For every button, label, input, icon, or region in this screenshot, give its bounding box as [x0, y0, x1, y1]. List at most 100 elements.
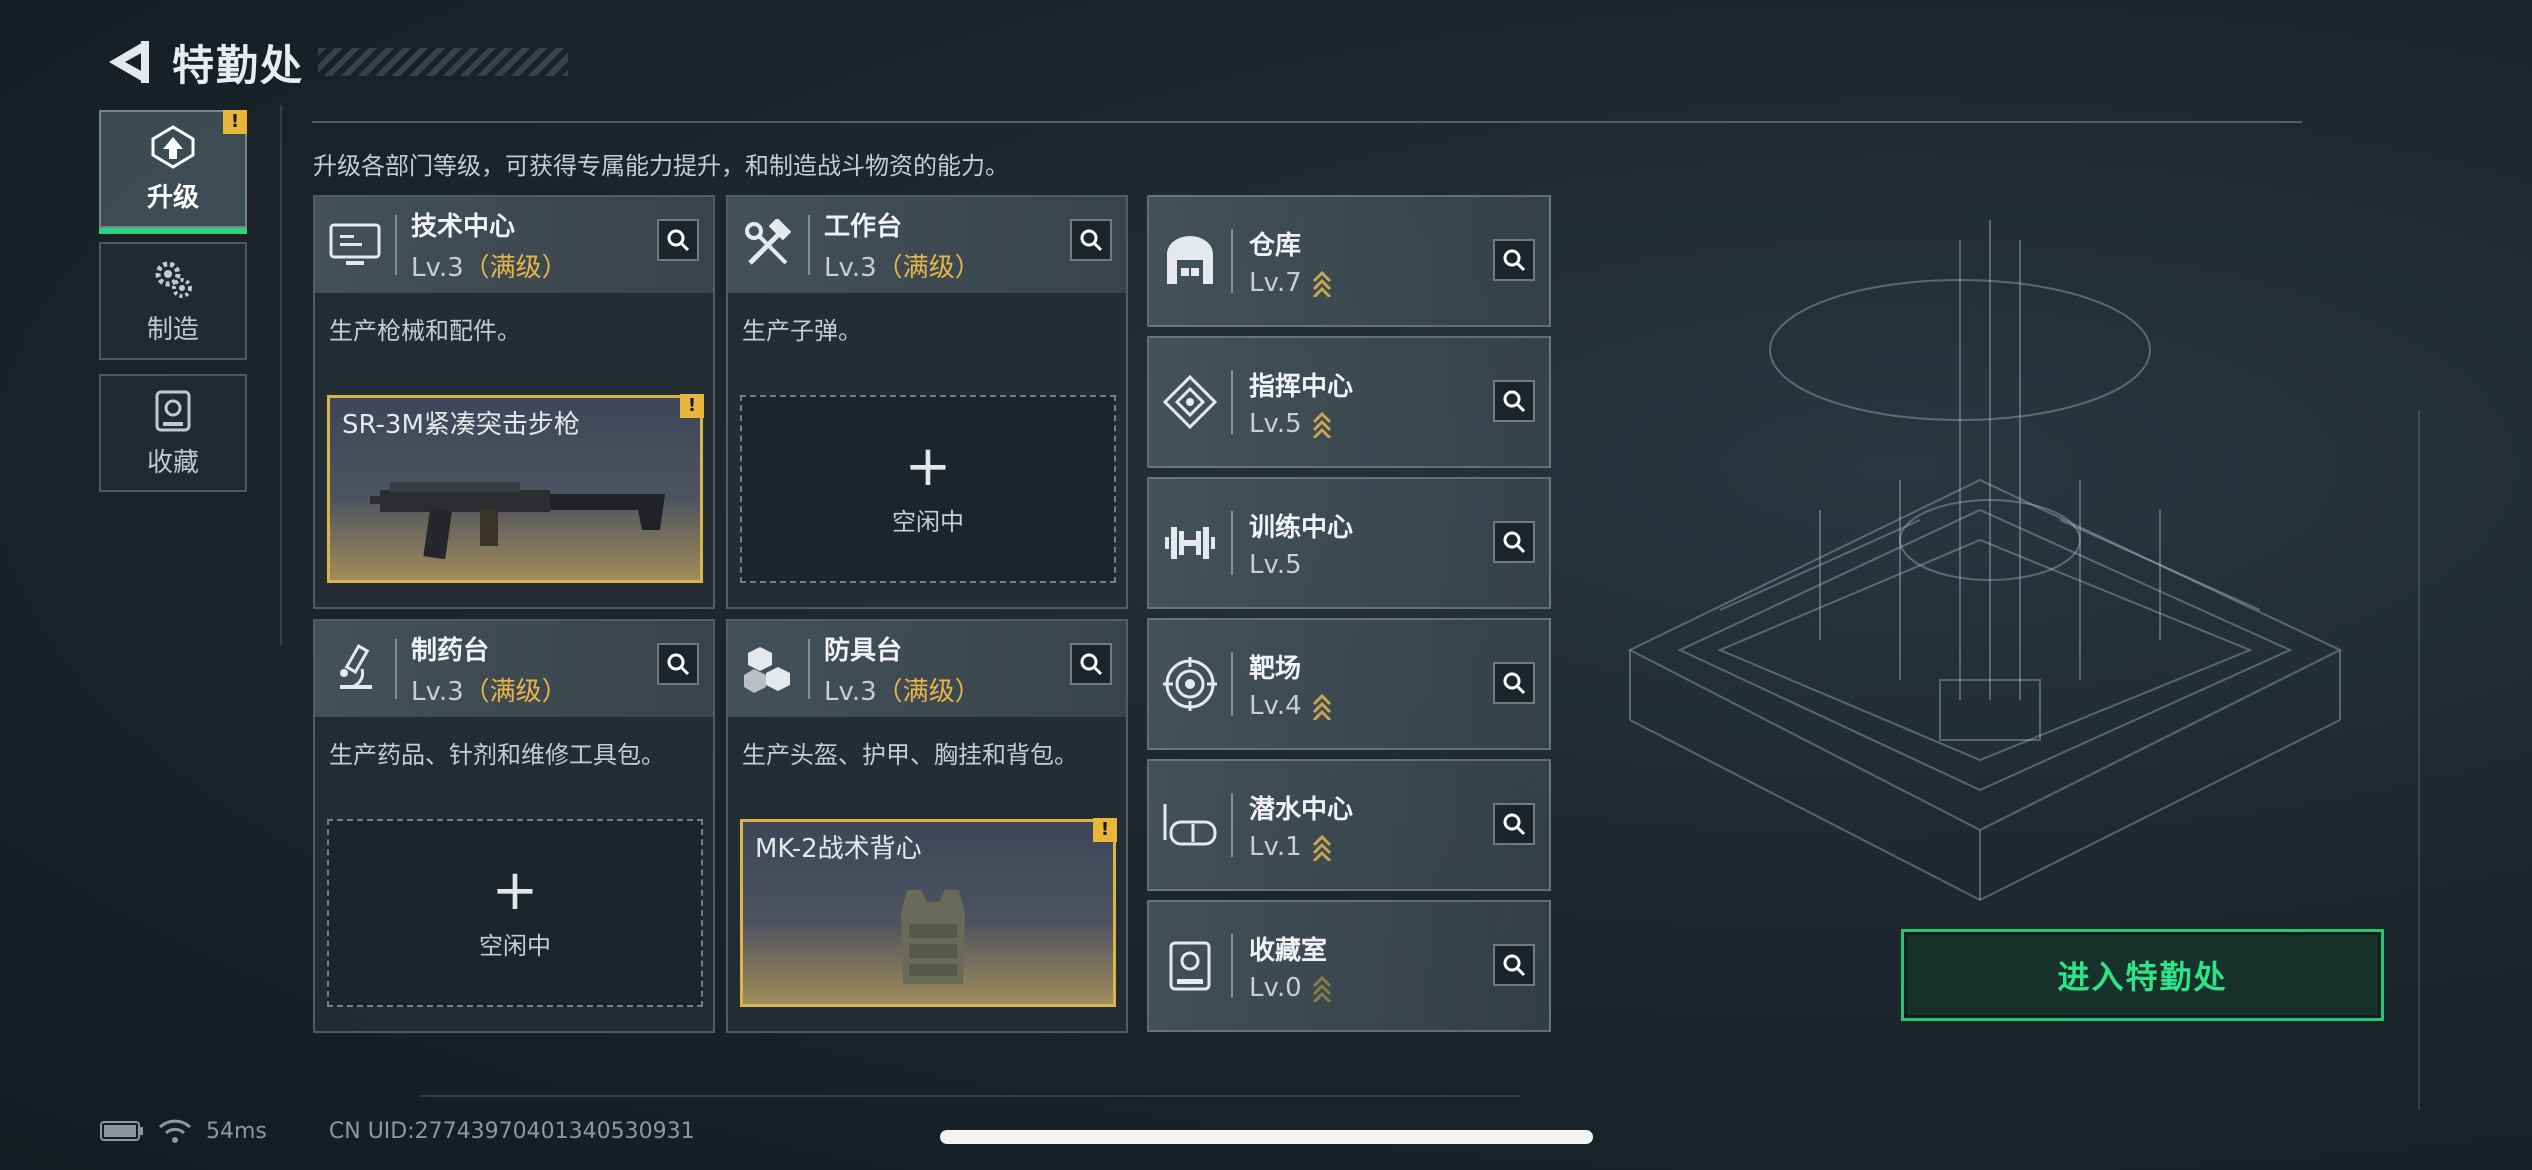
dept-name: 防具台 — [824, 636, 903, 666]
nav-collection[interactable]: 收藏 — [99, 374, 247, 492]
facility-diving-center[interactable]: 潜水中心 Lv.1 — [1147, 759, 1551, 891]
facility-name: 训练中心 — [1249, 512, 1354, 543]
search-icon — [1503, 531, 1526, 554]
facility-level: Lv.1 — [1249, 832, 1353, 862]
idle-label: 空闲中 — [479, 931, 551, 960]
facility-training-center[interactable]: 训练中心 Lv.5 — [1147, 477, 1551, 609]
inspect-button[interactable] — [1070, 643, 1112, 685]
nav-label: 收藏 — [146, 447, 199, 478]
dept-level: Lv.3（满级） — [411, 677, 568, 707]
facility-name: 潜水中心 — [1249, 794, 1354, 825]
alert-badge: ! — [1093, 818, 1117, 842]
back-button[interactable] — [100, 34, 156, 90]
upgrade-icon — [151, 124, 195, 169]
dept-level: Lv.3（满级） — [824, 677, 981, 707]
upgrade-available-icon — [1312, 693, 1331, 720]
vest-image — [901, 890, 965, 984]
divider — [312, 121, 2302, 123]
upgrade-available-icon — [1312, 834, 1331, 861]
dept-name: 技术中心 — [411, 212, 516, 242]
search-icon — [1503, 813, 1526, 836]
collection-case-icon — [155, 390, 191, 431]
page-title: 特勤处 — [172, 40, 305, 90]
dept-description: 生产药品、针剂和维修工具包。 — [329, 741, 665, 769]
inspect-button[interactable] — [1493, 944, 1535, 986]
production-slot-empty[interactable]: + 空闲中 — [740, 395, 1116, 583]
side-nav: ! 升级 制造 收藏 — [99, 110, 249, 506]
inspect-button[interactable] — [657, 643, 699, 685]
target-icon — [1149, 620, 1231, 748]
facility-level: Lv.0 — [1249, 973, 1332, 1003]
facility-collection-room[interactable]: 收藏室 Lv.0 — [1147, 900, 1551, 1032]
inspect-button[interactable] — [1070, 219, 1112, 261]
search-icon — [1080, 229, 1103, 252]
alert-badge: ! — [680, 394, 704, 418]
separator — [808, 215, 810, 275]
item-name: SR-3M紧凑突击步枪 — [342, 410, 580, 440]
upgrade-available-icon — [1312, 270, 1331, 297]
separator — [1231, 652, 1233, 716]
diving-mask-icon — [1149, 761, 1231, 889]
production-slot-item[interactable]: ! MK-2战术背心 — [740, 818, 1117, 1007]
separator — [1231, 793, 1233, 857]
dept-level: Lv.3（满级） — [824, 253, 981, 283]
cubes-icon — [728, 621, 808, 717]
nav-upgrade[interactable]: ! 升级 — [99, 110, 247, 234]
dept-card-workbench[interactable]: 工作台 Lv.3（满级） 生产子弹。 + 空闲中 — [726, 195, 1128, 609]
enter-special-ops-button[interactable]: 进入特勤处 — [1901, 929, 2384, 1021]
upgrade-available-icon — [1312, 411, 1331, 438]
gears-icon — [155, 261, 192, 298]
search-icon — [667, 229, 690, 252]
production-slot-item[interactable]: ! SR-3M紧凑突击步枪 — [327, 394, 704, 583]
base-wireframe-illustration — [1627, 220, 2343, 902]
nav-craft[interactable]: 制造 — [99, 242, 247, 360]
rifle-image — [370, 482, 665, 560]
search-icon — [1503, 954, 1526, 977]
header: 特勤处 — [100, 22, 569, 102]
dept-description: 生产枪械和配件。 — [329, 317, 521, 345]
home-indicator[interactable] — [940, 1130, 1593, 1144]
plus-icon: + — [491, 857, 539, 923]
inspect-button[interactable] — [1493, 662, 1535, 704]
search-icon — [1080, 653, 1103, 676]
page-description: 升级各部门等级，可获得专属能力提升，和制造战斗物资的能力。 — [313, 152, 1009, 180]
facility-level: Lv.7 — [1249, 268, 1332, 298]
facility-level: Lv.5 — [1249, 409, 1353, 439]
separator — [1231, 229, 1233, 293]
item-name: MK-2战术背心 — [755, 834, 922, 864]
inspect-button[interactable] — [1493, 803, 1535, 845]
warehouse-icon — [1149, 197, 1231, 325]
dept-card-armory[interactable]: 防具台 Lv.3（满级） 生产头盔、护甲、胸挂和背包。 ! MK-2战术背心 — [726, 619, 1128, 1033]
separator — [395, 215, 397, 275]
facility-level: Lv.4 — [1249, 691, 1332, 721]
facility-warehouse[interactable]: 仓库 Lv.7 — [1147, 195, 1551, 327]
hammer-wrench-icon — [728, 197, 808, 293]
facility-name: 仓库 — [1249, 230, 1302, 261]
search-icon — [1503, 249, 1526, 272]
title-decoration — [318, 48, 569, 76]
facility-command-center[interactable]: 指挥中心 Lv.5 — [1147, 336, 1551, 468]
inspect-button[interactable] — [1493, 521, 1535, 563]
dept-header: 防具台 Lv.3（满级） — [728, 621, 1126, 717]
dept-card-tech-center[interactable]: 技术中心 Lv.3（满级） 生产枪械和配件。 ! SR-3M紧凑突击步枪 — [313, 195, 715, 609]
inspect-button[interactable] — [657, 219, 699, 261]
dept-name: 工作台 — [824, 212, 903, 242]
search-icon — [1503, 672, 1526, 695]
dept-header: 制药台 Lv.3（满级） — [315, 621, 713, 717]
facility-shooting-range[interactable]: 靶场 Lv.4 — [1147, 618, 1551, 750]
production-slot-empty[interactable]: + 空闲中 — [327, 819, 703, 1007]
wifi-icon — [158, 1119, 192, 1143]
dept-level: Lv.3（满级） — [411, 253, 568, 283]
ping-value: 54ms — [206, 1118, 267, 1144]
facility-name: 收藏室 — [1249, 935, 1328, 966]
user-uid: CN UID:27743970401340530931 — [328, 1118, 695, 1144]
idle-label: 空闲中 — [892, 507, 964, 536]
dept-header: 工作台 Lv.3（满级） — [728, 197, 1126, 293]
nav-label: 升级 — [146, 182, 199, 213]
dept-description: 生产子弹。 — [742, 317, 862, 345]
inspect-button[interactable] — [1493, 380, 1535, 422]
alert-badge: ! — [223, 110, 247, 134]
inspect-button[interactable] — [1493, 239, 1535, 281]
dumbbell-icon — [1149, 479, 1231, 607]
dept-card-pharmacy[interactable]: 制药台 Lv.3（满级） 生产药品、针剂和维修工具包。 + 空闲中 — [313, 619, 715, 1033]
